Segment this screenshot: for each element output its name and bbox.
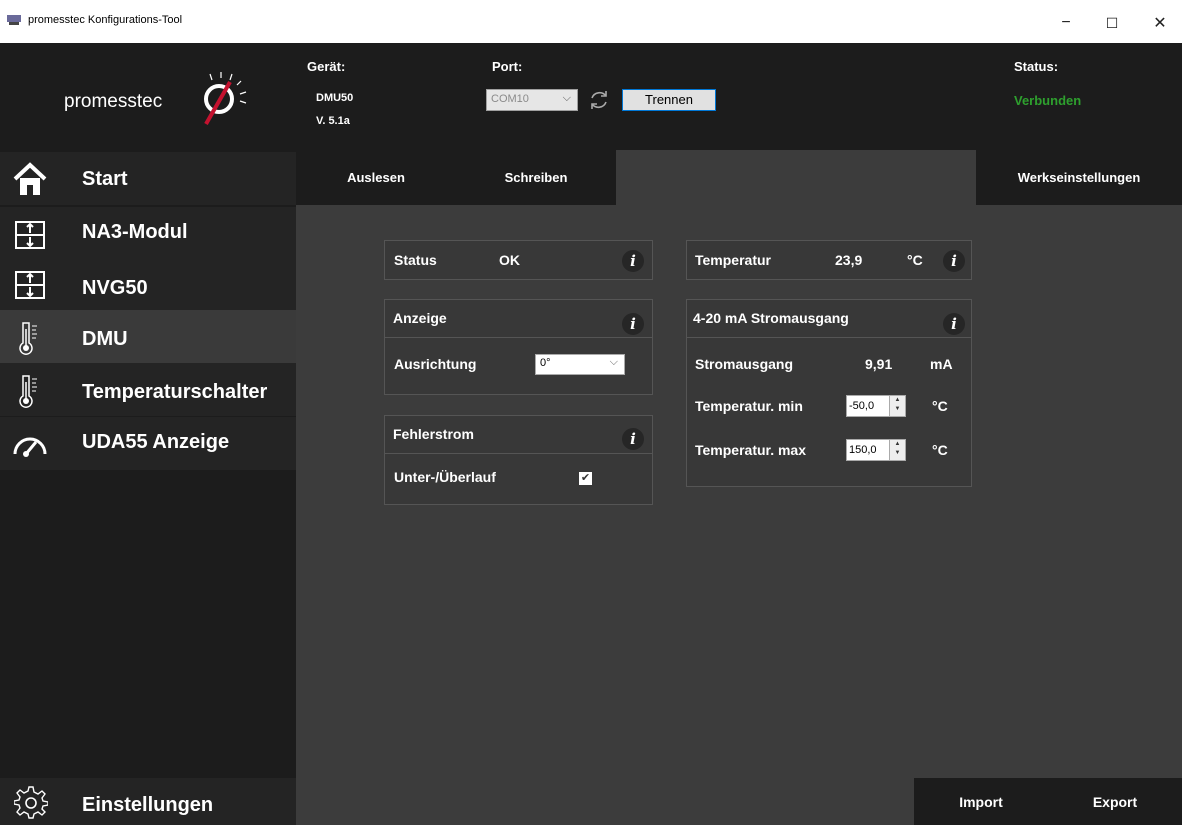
info-icon[interactable]: i — [622, 250, 644, 272]
port-select[interactable]: COM10 ⌵ — [486, 89, 578, 111]
sidebar-item-label: UDA55 Anzeige — [82, 431, 230, 453]
module-icon — [12, 266, 48, 302]
sidebar-item-label: Start — [82, 168, 128, 190]
refresh-button[interactable] — [584, 87, 614, 113]
panel-title: Fehlerstrom — [393, 426, 474, 442]
info-icon[interactable]: i — [622, 428, 644, 450]
gauge-icon — [12, 426, 48, 462]
logo-text: promesstec — [64, 91, 163, 112]
sidebar-item-label: Temperaturschalter — [82, 381, 268, 403]
sidebar-item-uda55-anzeige[interactable]: UDA55 Anzeige — [0, 417, 296, 470]
disconnect-button[interactable]: Trennen — [622, 89, 716, 111]
logo-icon — [204, 72, 247, 125]
current-output-panel: 4-20 mA Stromausgang i Stromausgang 9,91… — [686, 299, 972, 487]
thermometer-icon — [12, 319, 48, 355]
sidebar-item-einstellungen[interactable]: Einstellungen — [0, 778, 296, 825]
status-panel: Status OK i — [384, 240, 653, 280]
temperature-label: Temperatur — [695, 252, 771, 268]
factory-settings-button[interactable]: Werkseinstellungen — [976, 150, 1182, 205]
sidebar-item-label: DMU — [82, 328, 128, 350]
chevron-down-icon: ⌵ — [562, 92, 571, 104]
refresh-icon — [591, 91, 607, 109]
info-icon[interactable]: i — [943, 250, 965, 272]
minimize-button[interactable]: − — [1046, 10, 1086, 36]
current-output-unit: mA — [930, 356, 953, 372]
sidebar: Start NA3-Modul NVG50 DMU Temperaturscha… — [0, 150, 296, 825]
thermometer-icon — [12, 372, 48, 408]
orientation-label: Ausrichtung — [394, 356, 477, 372]
sidebar-item-temperaturschalter[interactable]: Temperaturschalter — [0, 363, 296, 416]
read-button[interactable]: Auslesen — [296, 150, 456, 205]
title-bar: promesstec Konfigurations-Tool − ☐ ✕ — [0, 0, 1182, 43]
temp-min-label: Temperatur. min — [695, 398, 803, 414]
port-label: Port: — [492, 59, 523, 74]
device-name: DMU50 — [316, 92, 354, 104]
import-button[interactable]: Import — [914, 778, 1048, 825]
panel-title: Anzeige — [393, 310, 447, 326]
overflow-checkbox[interactable]: ✔ — [579, 472, 592, 485]
window-title: promesstec Konfigurations-Tool — [28, 14, 183, 26]
home-icon — [12, 161, 48, 197]
sidebar-item-start[interactable]: Start — [0, 152, 296, 205]
temp-min-input[interactable]: -50,0 ▲ ▼ — [846, 395, 906, 417]
temperature-value: 23,9 — [835, 252, 863, 268]
sidebar-item-label: NVG50 — [82, 277, 148, 299]
device-label: Gerät: — [307, 59, 346, 74]
close-button[interactable]: ✕ — [1140, 10, 1180, 36]
orientation-value: 0° — [540, 357, 551, 369]
panel-header: Anzeige i — [385, 300, 652, 338]
temperature-panel: Temperatur 23,9 °C i — [686, 240, 972, 280]
fault-current-panel: Fehlerstrom i Unter-/Überlauf ✔ — [384, 415, 653, 505]
settings-label: Einstellungen — [82, 794, 214, 816]
device-version: V. 5.1a — [316, 115, 350, 127]
current-output-label: Stromausgang — [695, 356, 794, 372]
spinner-arrows-icon[interactable]: ▲ ▼ — [889, 440, 905, 460]
temp-max-value: 150,0 — [849, 444, 877, 456]
panel-header: Fehlerstrom i — [385, 416, 652, 454]
display-panel: Anzeige i Ausrichtung 0° ⌵ — [384, 299, 653, 395]
app-header: promesstec Gerät: DMU50 V. 5.1a Port: CO… — [0, 43, 1182, 150]
panel-title: 4-20 mA Stromausgang — [693, 310, 849, 326]
toolbar: Auslesen Schreiben Werkseinstellungen — [296, 150, 1182, 205]
export-button[interactable]: Export — [1048, 778, 1182, 825]
chevron-down-icon: ⌵ — [609, 356, 618, 368]
current-output-value: 9,91 — [865, 356, 893, 372]
temp-max-input[interactable]: 150,0 ▲ ▼ — [846, 439, 906, 461]
temp-max-label: Temperatur. max — [695, 442, 807, 458]
gear-icon — [14, 786, 48, 819]
temperature-unit: °C — [907, 252, 923, 268]
temp-min-unit: °C — [932, 398, 948, 414]
status-label: Status: — [1014, 59, 1059, 74]
info-icon[interactable]: i — [943, 313, 965, 335]
connection-status: Verbunden — [1014, 93, 1082, 108]
write-button[interactable]: Schreiben — [456, 150, 616, 205]
port-value: COM10 — [491, 93, 529, 105]
sidebar-item-label: NA3-Modul — [82, 221, 188, 243]
module-icon — [12, 216, 48, 252]
maximize-button[interactable]: ☐ — [1092, 10, 1132, 36]
status-field-label: Status — [394, 252, 437, 268]
sidebar-item-na3-modul[interactable]: NA3-Modul — [0, 207, 296, 260]
info-icon[interactable]: i — [622, 313, 644, 335]
sidebar-item-nvg50[interactable]: NVG50 — [0, 257, 296, 310]
temp-max-unit: °C — [932, 442, 948, 458]
overflow-label: Unter-/Überlauf — [394, 469, 496, 485]
panel-header: 4-20 mA Stromausgang i — [687, 300, 971, 338]
spinner-arrows-icon[interactable]: ▲ ▼ — [889, 396, 905, 416]
sidebar-item-dmu[interactable]: DMU — [0, 310, 296, 363]
app-icon — [7, 15, 21, 25]
orientation-select[interactable]: 0° ⌵ — [535, 354, 625, 375]
status-field-value: OK — [499, 252, 520, 268]
temp-min-value: -50,0 — [849, 400, 875, 412]
